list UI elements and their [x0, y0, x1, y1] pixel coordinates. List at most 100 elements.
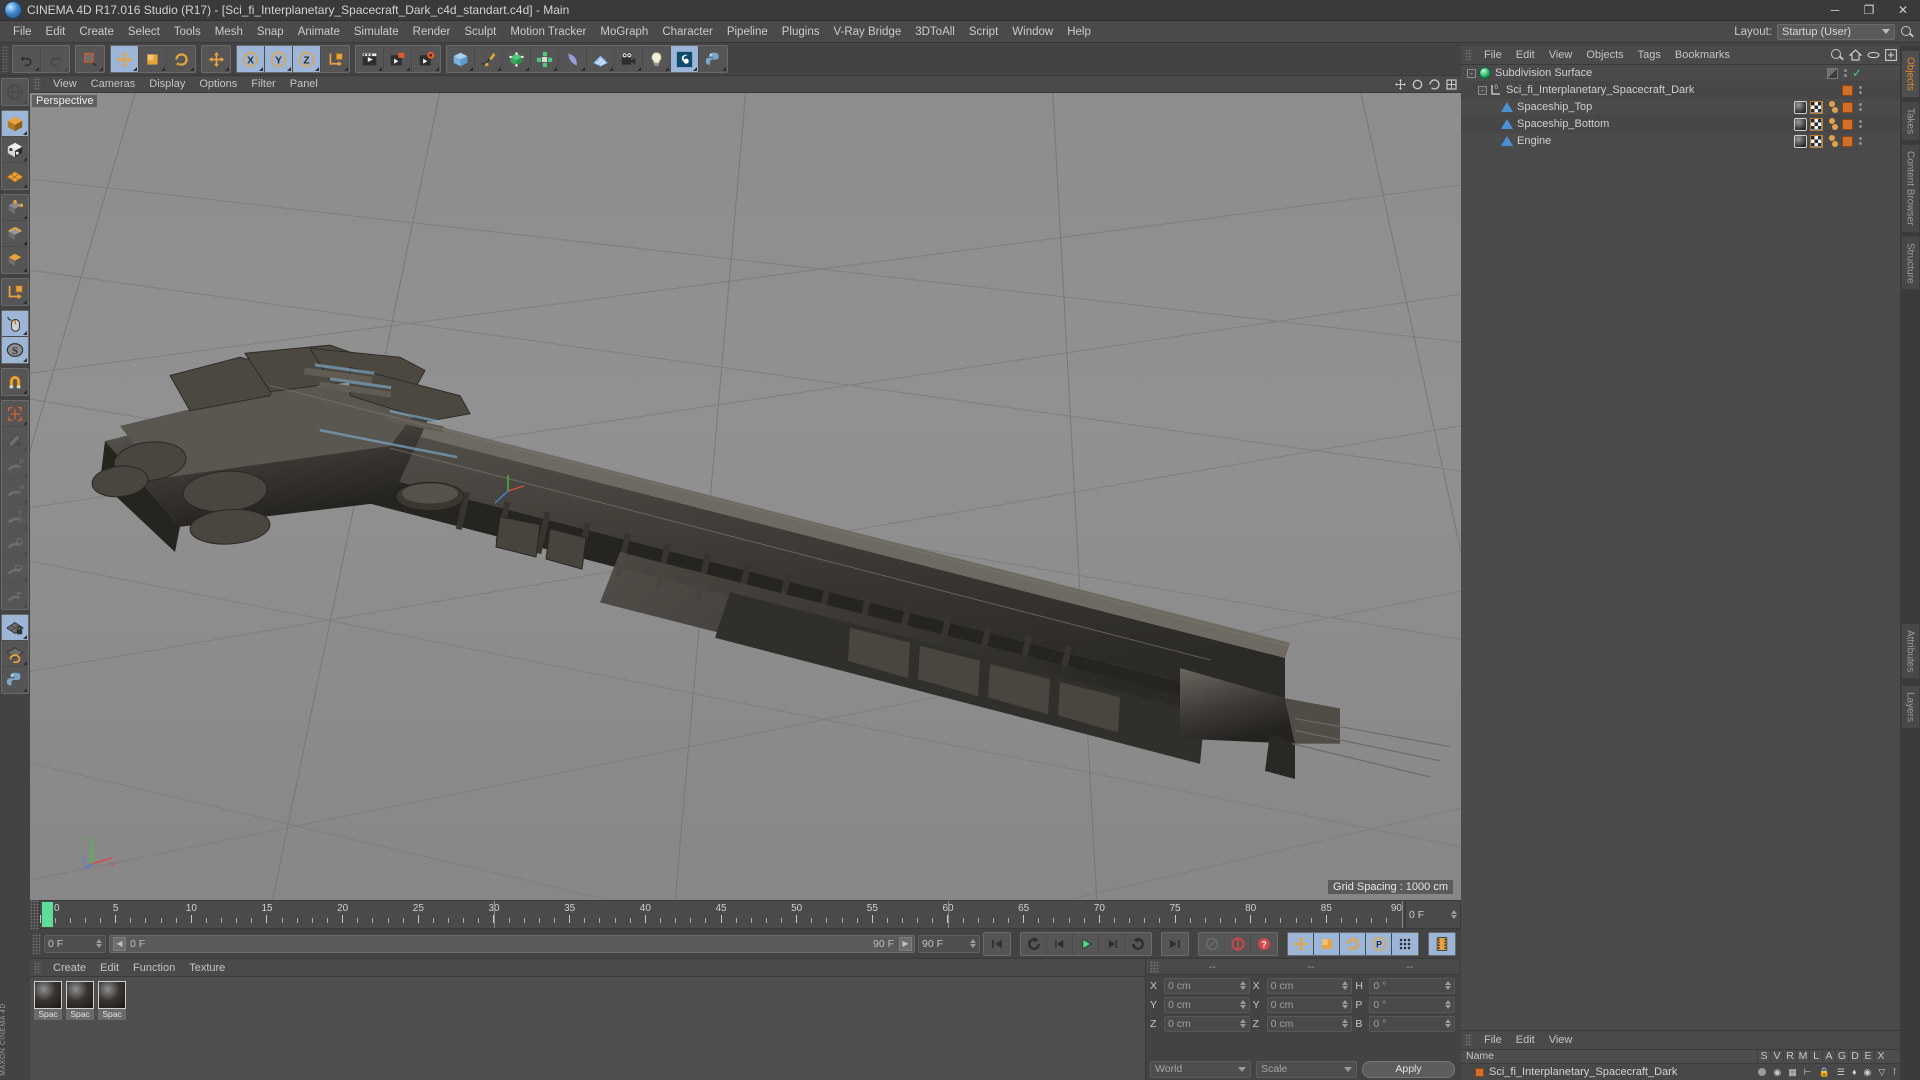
visibility-dots[interactable]: [1859, 103, 1862, 111]
layer-color-swatch[interactable]: [1842, 135, 1853, 147]
go-to-end-button[interactable]: [1162, 933, 1188, 955]
rotation-key-button[interactable]: [1340, 932, 1366, 955]
timeline-grip[interactable]: [30, 900, 39, 929]
scale-tool-button[interactable]: [139, 46, 167, 72]
menu-help[interactable]: Help: [1060, 24, 1098, 40]
layer-manager-menu-view[interactable]: View: [1542, 1034, 1580, 1046]
spinner-icon[interactable]: [1342, 1000, 1349, 1009]
right-tab-structure[interactable]: Structure: [1900, 235, 1920, 291]
close-button[interactable]: ✕: [1886, 0, 1920, 21]
viewport-menu-display[interactable]: Display: [142, 78, 192, 90]
spinner-icon[interactable]: [1445, 981, 1452, 990]
workplane-rotate-button[interactable]: [2, 641, 28, 667]
menu-mograph[interactable]: MoGraph: [593, 24, 655, 40]
object-manager-grip[interactable]: [1465, 49, 1472, 61]
time-scrubber[interactable]: ◀ 0 F ▶ 90 F: [109, 934, 915, 953]
size-field[interactable]: 0 cm: [1266, 996, 1353, 1013]
spinner-icon[interactable]: [96, 939, 102, 948]
right-tab-objects[interactable]: Objects: [1900, 50, 1920, 98]
layer-column-header[interactable]: V: [1770, 1050, 1783, 1063]
menu-sculpt[interactable]: Sculpt: [457, 24, 503, 40]
undo-button[interactable]: [13, 46, 41, 72]
menu-script[interactable]: Script: [962, 24, 1005, 40]
add-spline-button[interactable]: [475, 46, 503, 72]
spinner-icon[interactable]: [1239, 1000, 1246, 1009]
selection-tag-icon[interactable]: [1826, 134, 1839, 148]
render-toggle-icon[interactable]: ▦: [1788, 1067, 1797, 1078]
step-forward-button[interactable]: [1099, 932, 1125, 955]
deformers-toggle-icon[interactable]: ◉: [1864, 1067, 1872, 1078]
menu-file[interactable]: File: [6, 24, 39, 40]
material-swatch[interactable]: Spac: [66, 981, 94, 1020]
object-row[interactable]: Spaceship_Bottom: [1461, 116, 1900, 133]
expander-toggle[interactable]: -: [1467, 68, 1476, 78]
play-backwards-button[interactable]: [1021, 932, 1047, 955]
autokeying-button[interactable]: [1225, 932, 1251, 955]
selection-tag-icon[interactable]: [1826, 117, 1839, 131]
viewport-menu-filter[interactable]: Filter: [244, 78, 282, 90]
layer-manager-menu-edit[interactable]: Edit: [1509, 1034, 1542, 1046]
visibility-dots[interactable]: [1843, 69, 1847, 77]
layer-manager-grip[interactable]: [1465, 1033, 1472, 1046]
layout-select[interactable]: Startup (User): [1777, 23, 1895, 40]
spinner-icon[interactable]: [1342, 1019, 1349, 1028]
coordinates-grip[interactable]: [1150, 960, 1159, 973]
uvw-tag-icon[interactable]: [1810, 117, 1823, 131]
menu-v-ray-bridge[interactable]: V-Ray Bridge: [826, 24, 908, 40]
spinner-icon[interactable]: [1451, 910, 1457, 919]
rotate-tool-button[interactable]: [167, 46, 195, 72]
material-tag-icon[interactable]: [1794, 100, 1807, 114]
object-row[interactable]: - 0 Sci_fi_Interplanetary_Spacecraft_Dark: [1461, 82, 1900, 99]
right-tab-layers[interactable]: Layers: [1900, 685, 1920, 730]
visibility-dots[interactable]: [1859, 137, 1862, 145]
lock-workplane-button[interactable]: [2, 615, 28, 641]
add-light-button[interactable]: [643, 46, 671, 72]
world-object-coordinate-button[interactable]: [321, 46, 349, 72]
enabled-check-icon[interactable]: ✓: [1852, 66, 1862, 80]
minimize-button[interactable]: ─: [1818, 0, 1852, 21]
visibility-dots[interactable]: [1859, 120, 1862, 128]
spinner-icon[interactable]: [970, 939, 976, 948]
object-list[interactable]: - Subdivision Surface ✓ -0 Sci_fi_Interplane…: [1461, 65, 1900, 1030]
visible-toggle-icon[interactable]: ◉: [1773, 1067, 1781, 1078]
lock-toggle-icon[interactable]: 🔒: [1819, 1067, 1830, 1078]
render-view-button[interactable]: [356, 46, 384, 72]
material-menu-texture[interactable]: Texture: [182, 962, 232, 974]
viewport-maximize-icon[interactable]: [1445, 78, 1457, 90]
edges-mode-button[interactable]: [2, 221, 28, 247]
size-field[interactable]: 0 cm: [1266, 1015, 1353, 1032]
layer-column-header[interactable]: Name: [1461, 1050, 1757, 1062]
visibility-swatch[interactable]: [1826, 67, 1838, 79]
object-axis-mode-button[interactable]: [2, 279, 28, 305]
add-cube-button[interactable]: [447, 46, 475, 72]
coordinate-system-select[interactable]: World: [1150, 1060, 1251, 1078]
layer-column-header[interactable]: A: [1822, 1050, 1835, 1063]
perspective-viewport[interactable]: Perspective Y X Z Grid Spacing: 1000 cm: [30, 93, 1461, 900]
layer-color-swatch[interactable]: [1842, 84, 1853, 96]
om-new-view-icon[interactable]: [1885, 49, 1897, 61]
spinner-icon[interactable]: [1342, 981, 1349, 990]
generators-toggle-icon[interactable]: ♦: [1852, 1067, 1857, 1077]
object-row[interactable]: - Subdivision Surface ✓: [1461, 65, 1900, 82]
position-field[interactable]: 0 cm: [1164, 977, 1250, 994]
layer-color-swatch[interactable]: [1842, 118, 1853, 130]
search-icon[interactable]: [1900, 25, 1914, 39]
menu-create[interactable]: Create: [72, 24, 121, 40]
soft-selection-button[interactable]: S: [2, 337, 28, 363]
viewport-menu-cameras[interactable]: Cameras: [84, 78, 143, 90]
enable-snapping-button[interactable]: [2, 369, 28, 395]
position-key-button[interactable]: [1288, 932, 1314, 955]
point-level-animation-button[interactable]: [1392, 932, 1418, 955]
viewport-menu-options[interactable]: Options: [192, 78, 244, 90]
material-preview-icon[interactable]: [34, 981, 62, 1009]
solo-toggle-icon[interactable]: [1758, 1068, 1767, 1077]
menu-mesh[interactable]: Mesh: [208, 24, 250, 40]
selection-tag-icon[interactable]: [1826, 100, 1839, 114]
scale-key-button[interactable]: [1314, 932, 1340, 955]
position-field[interactable]: 0 cm: [1164, 996, 1250, 1013]
render-settings-button[interactable]: [412, 46, 440, 72]
layer-column-header[interactable]: D: [1848, 1050, 1861, 1063]
step-back-button[interactable]: [1047, 932, 1073, 955]
right-tab-attributes[interactable]: Attributes: [1900, 623, 1920, 680]
layer-row[interactable]: Sci_fi_Interplanetary_Spacecraft_Dark ◉ …: [1461, 1064, 1900, 1080]
